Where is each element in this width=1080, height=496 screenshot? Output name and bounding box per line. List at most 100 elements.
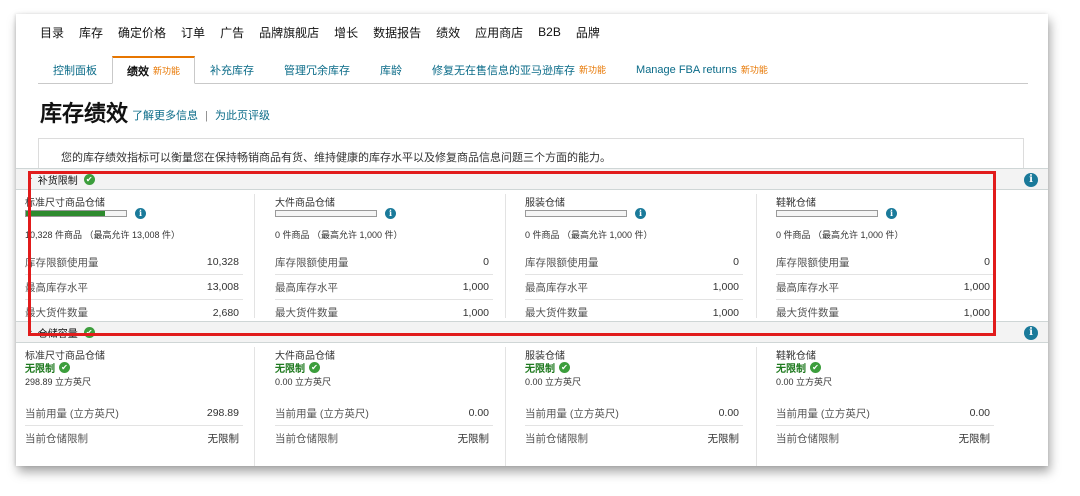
nav-item-orders[interactable]: 订单: [181, 24, 205, 41]
metric-value: 无限制: [457, 433, 490, 445]
usage-bar: [25, 210, 127, 217]
new-badge: 新功能: [153, 66, 181, 76]
usage-summary: 0.00 立方英尺: [776, 377, 833, 387]
usage-summary: 298.89 立方英尺: [25, 377, 92, 387]
info-icon[interactable]: i: [635, 208, 646, 219]
top-navigation: 目录 库存 确定价格 订单 广告 品牌旗舰店 增长 数据报告 绩效 应用商店 B…: [16, 14, 1048, 50]
metric-value: 298.89: [206, 407, 239, 419]
tab-dashboard[interactable]: 控制面板: [38, 56, 112, 83]
metric-row: 库存限额使用量 10,328: [25, 250, 243, 275]
metric-label: 库存限额使用量: [275, 256, 349, 269]
storage-capacity-body: 标准尺寸商品仓储 无限制 ✔ 298.89 立方英尺 当前用量 (立方英尺) 298…: [16, 343, 1048, 466]
tab-restock[interactable]: 补充库存: [195, 56, 269, 83]
check-icon: ✔: [59, 362, 70, 373]
metric-row: 当前用量 (立方英尺) 0.00: [275, 401, 493, 426]
chevron-up-icon[interactable]: ^: [28, 175, 32, 184]
metric-value: 0.00: [468, 407, 489, 419]
usage-summary: 0 件商品 （最高允许 1,000 件）: [275, 230, 403, 240]
rate-page-link[interactable]: 为此页评级: [215, 110, 270, 122]
check-icon: ✔: [83, 173, 95, 185]
metric-row: 当前用量 (立方英尺) 298.89: [25, 401, 243, 426]
tab-label: 绩效: [127, 65, 149, 78]
learn-more-link[interactable]: 了解更多信息: [132, 110, 198, 122]
info-icon[interactable]: i: [886, 208, 897, 219]
tab-label: 控制面板: [53, 64, 97, 77]
tab-fix-stranded[interactable]: 修复无在售信息的亚马逊库存 新功能: [417, 56, 621, 83]
usage-summary: 0 件商品 （最高允许 1,000 件）: [776, 230, 904, 240]
new-badge: 新功能: [579, 65, 607, 75]
metric-row: 当前仓储限制 无限制: [525, 426, 743, 451]
sub-tabs-bar: 控制面板 绩效 新功能 补充库存 管理冗余库存 库龄 修复无在售信息的亚马逊库存新…: [38, 56, 1028, 84]
usage-summary: 0.00 立方英尺: [275, 377, 332, 387]
metric-row: 库存限额使用量 0: [275, 250, 493, 275]
nav-item-growth[interactable]: 增长: [334, 24, 358, 41]
tab-label: 管理冗余库存: [284, 64, 351, 77]
link-separator: |: [205, 110, 208, 122]
metric-value: 1,000: [462, 306, 489, 319]
metric-row: 库存限额使用量 0: [525, 250, 743, 275]
metric-value: 1,000: [963, 281, 990, 293]
metric-label: 库存限额使用量: [776, 256, 850, 269]
metric-label: 当前用量 (立方英尺): [275, 407, 369, 420]
check-icon: ✔: [83, 326, 95, 338]
metric-label: 当前用量 (立方英尺): [776, 407, 870, 420]
metric-value: 1,000: [712, 306, 739, 319]
tab-excess-inventory[interactable]: 管理冗余库存: [269, 56, 365, 83]
metric-value: 2,680: [212, 306, 239, 319]
metric-value: 1,000: [963, 306, 990, 319]
section-title: 补货限制: [37, 175, 78, 187]
check-icon: ✔: [810, 362, 821, 373]
info-icon[interactable]: i: [135, 208, 146, 219]
metric-value: 0: [733, 256, 739, 268]
nav-item-b2b[interactable]: B2B: [538, 25, 561, 39]
metric-label: 库存限额使用量: [25, 256, 99, 269]
chevron-up-icon[interactable]: ^: [28, 328, 32, 337]
tab-performance[interactable]: 绩效 新功能: [112, 56, 196, 84]
status-unlimited: 无限制: [776, 364, 806, 375]
storage-capacity-header[interactable]: ^ 仓储容量 ✔ i: [16, 321, 1048, 343]
info-icon[interactable]: i: [385, 208, 396, 219]
nav-item-catalog[interactable]: 目录: [40, 24, 64, 41]
check-icon: ✔: [309, 362, 320, 373]
metric-value: 10,328: [206, 256, 239, 268]
restock-limits-header[interactable]: ^ 补货限制 ✔ i: [16, 168, 1048, 190]
section-title: 仓储容量: [37, 328, 78, 340]
intro-text: 您的库存绩效指标可以衡量您在保持畅销商品有货、维持健康的库存水平以及修复商品信息…: [38, 138, 1024, 168]
info-icon[interactable]: i: [1024, 173, 1038, 187]
nav-item-stores[interactable]: 品牌旗舰店: [259, 24, 319, 41]
usage-summary: 0.00 立方英尺: [525, 377, 582, 387]
metric-label: 当前用量 (立方英尺): [25, 407, 119, 420]
title-links: 了解更多信息 | 为此页评级: [132, 107, 270, 123]
usage-bar: [275, 210, 377, 217]
metric-label: 最高库存水平: [25, 281, 88, 294]
metric-label: 当前仓储限制: [776, 433, 839, 445]
info-icon[interactable]: i: [1024, 326, 1038, 340]
seller-central-window: 目录 库存 确定价格 订单 广告 品牌旗舰店 增长 数据报告 绩效 应用商店 B…: [16, 14, 1048, 466]
metric-label: 最大货件数量: [776, 307, 839, 319]
metric-row: 当前仓储限制 无限制: [776, 426, 994, 451]
nav-item-performance[interactable]: 绩效: [436, 24, 460, 41]
nav-item-appstore[interactable]: 应用商店: [475, 24, 523, 41]
nav-item-inventory[interactable]: 库存: [79, 24, 103, 41]
metric-value: 1,000: [712, 281, 739, 293]
metric-value: 0.00: [718, 407, 739, 419]
metric-label: 最大货件数量: [275, 307, 338, 319]
nav-item-advertising[interactable]: 广告: [220, 24, 244, 41]
metric-label: 最大货件数量: [525, 307, 588, 319]
metric-value: 无限制: [207, 433, 240, 445]
metric-value: 1,000: [462, 281, 489, 293]
tab-inventory-age[interactable]: 库龄: [365, 56, 417, 83]
metric-label: 最大货件数量: [25, 307, 88, 319]
tab-label: 库龄: [380, 64, 403, 77]
tab-label: Manage FBA returns: [636, 63, 737, 76]
metric-row: 库存限额使用量 0: [776, 250, 994, 275]
usage-bar-fill: [26, 211, 105, 216]
nav-item-reports[interactable]: 数据报告: [373, 24, 421, 41]
nav-item-brands[interactable]: 品牌: [576, 24, 600, 41]
metric-row: 最高库存水平 1,000: [525, 275, 743, 300]
nav-item-pricing[interactable]: 确定价格: [118, 24, 166, 41]
tab-fba-returns[interactable]: Manage FBA returns 新功能: [621, 56, 783, 83]
metric-label: 最高库存水平: [525, 281, 588, 294]
column-title: 鞋靴仓储: [776, 198, 816, 209]
metric-label: 当前用量 (立方英尺): [525, 407, 619, 420]
